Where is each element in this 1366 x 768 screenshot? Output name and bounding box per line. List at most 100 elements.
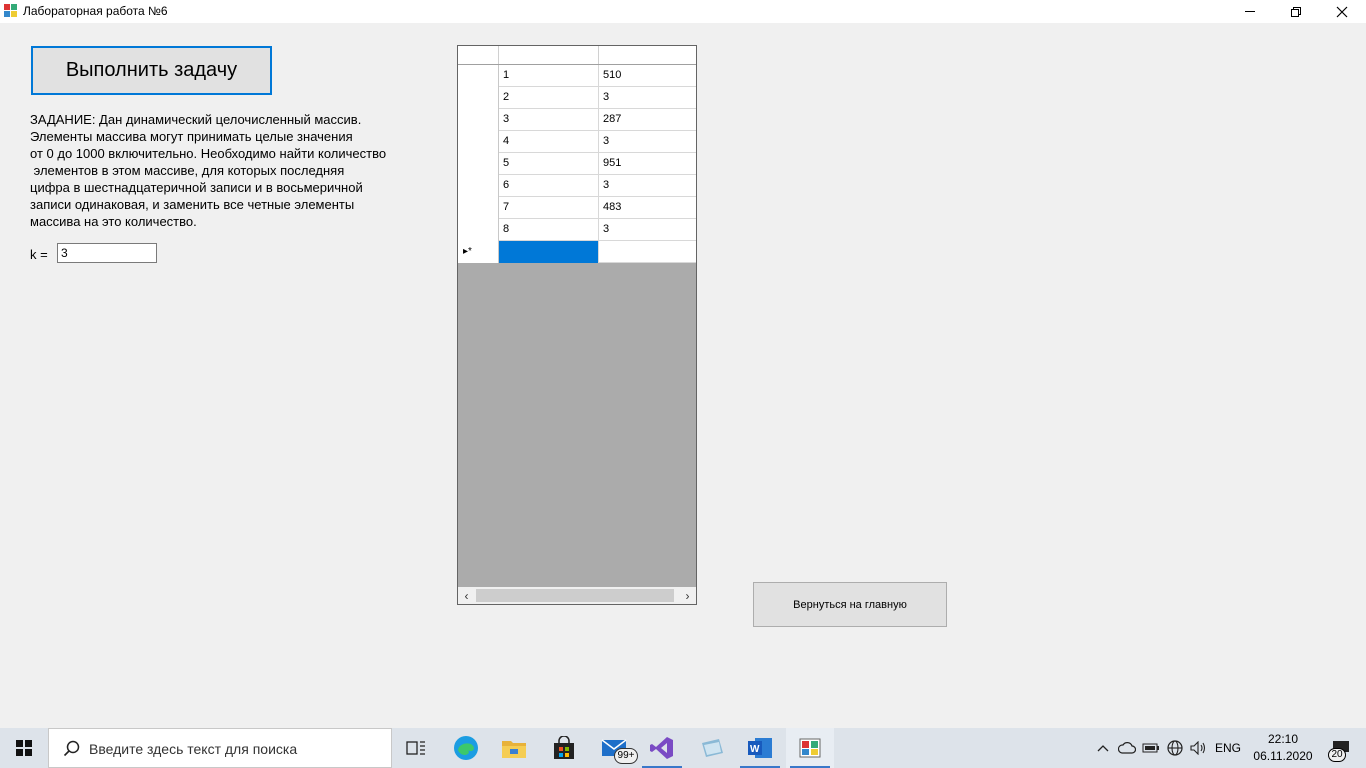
row-header[interactable] xyxy=(458,131,499,153)
table-row[interactable]: 1 510 xyxy=(458,65,696,87)
task-line: цифра в шестнадцатеричной записи и в вос… xyxy=(30,180,363,195)
index-cell[interactable]: 3 xyxy=(499,109,599,131)
onedrive-sync-tray[interactable] xyxy=(1116,728,1138,768)
value-cell[interactable]: 951 xyxy=(599,153,696,175)
index-cell[interactable]: 1 xyxy=(499,65,599,87)
battery-icon xyxy=(1142,743,1159,753)
value-cell[interactable]: 483 xyxy=(599,197,696,219)
volume-tray[interactable] xyxy=(1188,728,1210,768)
new-row-marker[interactable]: ▸* xyxy=(458,241,499,263)
table-row[interactable]: 3 287 xyxy=(458,109,696,131)
index-cell[interactable]: 6 xyxy=(499,175,599,197)
table-row[interactable]: 2 3 xyxy=(458,87,696,109)
task-view-button[interactable] xyxy=(392,728,440,768)
taskbar-visual-studio[interactable] xyxy=(638,728,686,768)
back-to-main-button[interactable]: Вернуться на главную xyxy=(753,582,947,627)
table-row[interactable]: 5 951 xyxy=(458,153,696,175)
battery-tray[interactable] xyxy=(1140,728,1162,768)
index-cell[interactable]: 4 xyxy=(499,131,599,153)
grid-column-header-value[interactable] xyxy=(599,46,696,64)
array-data-grid[interactable]: 1 510 2 3 3 287 4 3 5 951 6 3 7 483 8 3 … xyxy=(457,45,697,605)
edge-browser-icon xyxy=(454,736,478,760)
table-row[interactable]: 7 483 xyxy=(458,197,696,219)
taskbar-search-box[interactable]: Введите здесь текст для поиска xyxy=(48,728,392,768)
scroll-left-icon[interactable]: ‹ xyxy=(458,587,475,604)
title-bar[interactable]: Лабораторная работа №6 xyxy=(0,0,1366,23)
row-header[interactable] xyxy=(458,197,499,219)
table-row[interactable]: 4 3 xyxy=(458,131,696,153)
grid-body: 1 510 2 3 3 287 4 3 5 951 6 3 7 483 8 3 … xyxy=(458,65,696,263)
scrollbar-thumb[interactable] xyxy=(476,589,674,602)
horizontal-scrollbar[interactable]: ‹ › xyxy=(458,587,696,604)
value-cell[interactable]: 510 xyxy=(599,65,696,87)
task-line: массива на это количество. xyxy=(30,214,197,229)
value-cell[interactable]: 3 xyxy=(599,131,696,153)
minimize-icon xyxy=(1245,11,1255,12)
action-center-button[interactable]: 20 xyxy=(1320,728,1360,768)
word-icon: W xyxy=(748,738,772,758)
k-result-field[interactable]: 3 xyxy=(57,243,157,263)
network-tray[interactable] xyxy=(1164,728,1186,768)
start-button[interactable] xyxy=(0,728,48,768)
value-cell[interactable]: 3 xyxy=(599,219,696,241)
taskbar-store[interactable] xyxy=(540,728,588,768)
notes-icon xyxy=(702,739,723,757)
index-cell[interactable]: 8 xyxy=(499,219,599,241)
visual-studio-icon xyxy=(650,737,673,759)
k-label: k = xyxy=(30,247,48,262)
svg-text:W: W xyxy=(750,744,760,755)
taskbar-clock[interactable]: 22:10 06.11.2020 xyxy=(1248,731,1318,765)
new-value-cell[interactable] xyxy=(599,241,696,263)
task-line: от 0 до 1000 включительно. Необходимо на… xyxy=(30,146,387,161)
search-icon xyxy=(63,740,80,757)
minimize-button[interactable] xyxy=(1227,0,1273,23)
table-row[interactable]: 6 3 xyxy=(458,175,696,197)
restore-icon xyxy=(1291,6,1301,17)
row-header[interactable] xyxy=(458,219,499,241)
row-header[interactable] xyxy=(458,175,499,197)
value-cell[interactable]: 3 xyxy=(599,87,696,109)
taskbar-lab-app[interactable] xyxy=(786,728,834,768)
run-task-button[interactable]: Выполнить задачу xyxy=(31,46,272,95)
taskbar-notes-app[interactable] xyxy=(688,728,736,768)
application-window: Лабораторная работа №6 Выполнить задачу … xyxy=(0,0,1366,768)
scroll-right-icon[interactable]: › xyxy=(679,587,696,604)
store-bag-icon xyxy=(554,736,574,759)
cloud-sync-icon xyxy=(1118,742,1136,754)
taskbar-mail[interactable]: 99+ xyxy=(590,728,638,768)
new-row[interactable]: ▸* xyxy=(458,241,696,263)
index-cell[interactable]: 7 xyxy=(499,197,599,219)
folder-icon xyxy=(502,741,526,758)
row-header[interactable] xyxy=(458,153,499,175)
restore-button[interactable] xyxy=(1273,0,1319,23)
grid-corner-header[interactable] xyxy=(458,46,499,64)
value-cell[interactable]: 3 xyxy=(599,175,696,197)
show-hidden-icons-button[interactable] xyxy=(1092,728,1114,768)
mail-badge: 99+ xyxy=(614,748,638,764)
close-button[interactable] xyxy=(1319,0,1365,23)
language-indicator[interactable]: ENG xyxy=(1212,728,1244,768)
value-cell[interactable]: 287 xyxy=(599,109,696,131)
index-cell[interactable]: 5 xyxy=(499,153,599,175)
clock-date: 06.11.2020 xyxy=(1253,749,1313,763)
window-title: Лабораторная работа №6 xyxy=(23,4,168,18)
clock-time: 22:10 xyxy=(1267,732,1299,746)
windows-logo-icon xyxy=(16,740,32,756)
taskbar: Введите здесь текст для поиска 99+ W ENG… xyxy=(0,728,1366,768)
grid-column-header-index[interactable] xyxy=(499,46,599,64)
row-header[interactable] xyxy=(458,87,499,109)
taskbar-edge[interactable] xyxy=(442,728,490,768)
close-icon xyxy=(1336,6,1348,17)
app-icon xyxy=(4,4,18,18)
table-row[interactable]: 8 3 xyxy=(458,219,696,241)
row-header[interactable] xyxy=(458,109,499,131)
row-header[interactable] xyxy=(458,65,499,87)
index-cell[interactable]: 2 xyxy=(499,87,599,109)
taskbar-file-explorer[interactable] xyxy=(490,728,538,768)
task-line: Элементы массива могут принимать целые з… xyxy=(30,129,353,144)
lab-app-icon xyxy=(799,738,821,758)
taskbar-word[interactable]: W xyxy=(736,728,784,768)
selected-new-cell[interactable] xyxy=(499,241,599,263)
chevron-up-icon xyxy=(1097,745,1109,752)
search-placeholder: Введите здесь текст для поиска xyxy=(89,741,298,757)
